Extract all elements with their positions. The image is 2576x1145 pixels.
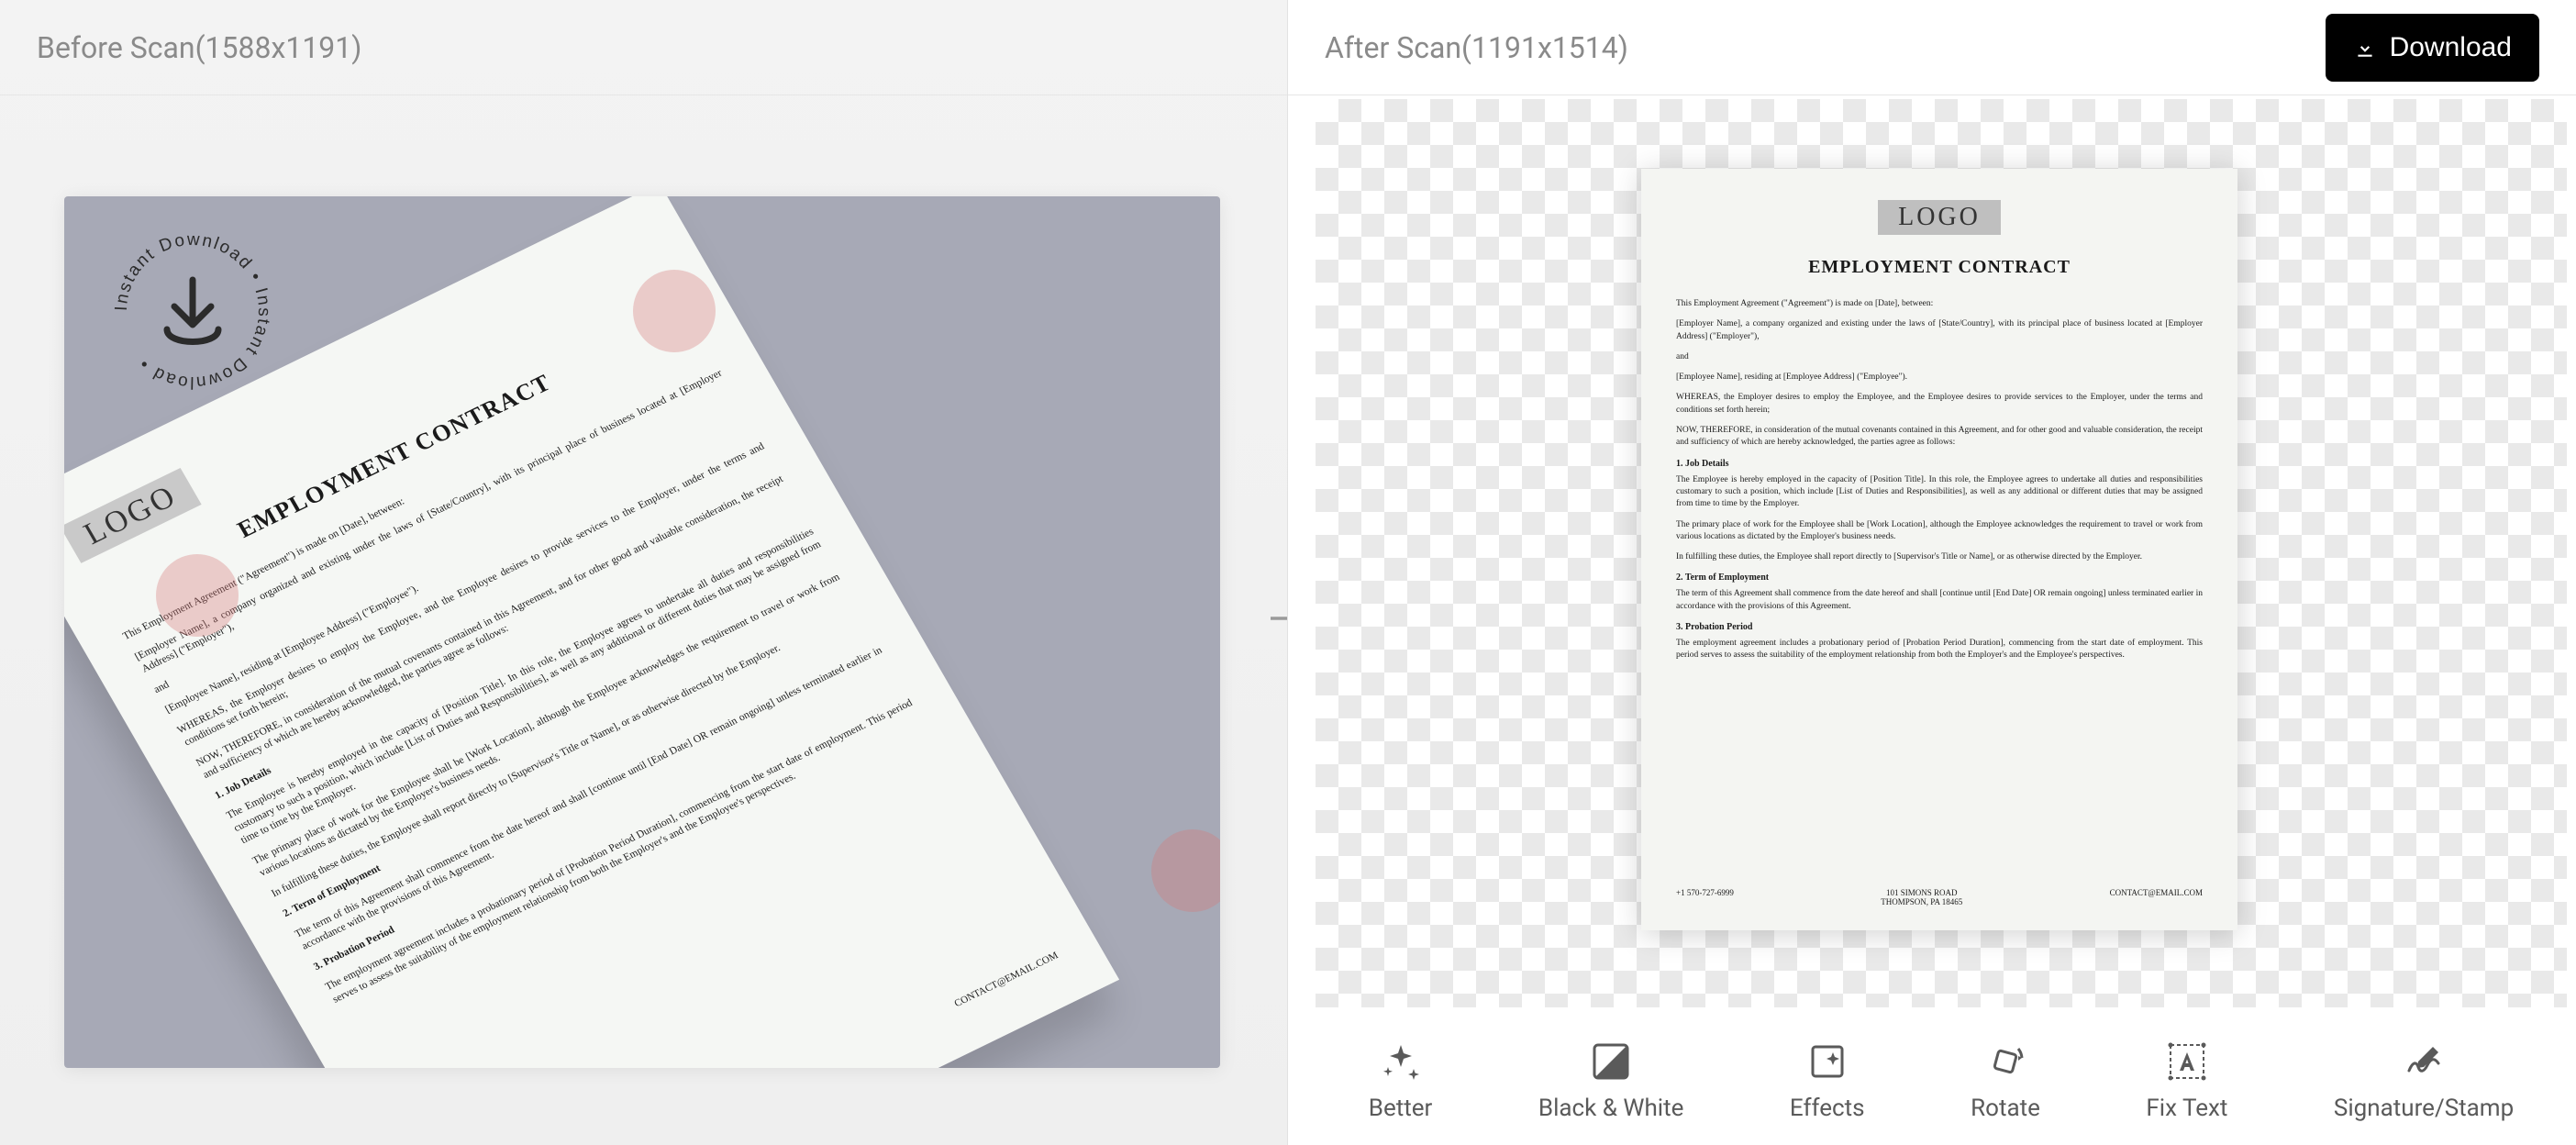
- arrow-icon: [1267, 600, 1287, 640]
- doc-title-flat: EMPLOYMENT CONTRACT: [1676, 257, 2203, 278]
- download-button[interactable]: Download: [2326, 14, 2539, 82]
- crop-handle-top[interactable]: [633, 270, 716, 352]
- doc-logo-flat: LOGO: [1878, 200, 2001, 235]
- scanned-document: LOGO EMPLOYMENT CONTRACT This Employment…: [1641, 169, 2237, 930]
- signature-icon: [2402, 1039, 2446, 1084]
- crop-handle-left[interactable]: [156, 554, 239, 637]
- before-scan-panel: Before Scan(1588x1191) Instant Download …: [0, 0, 1288, 1145]
- before-header: Before Scan(1588x1191): [0, 0, 1287, 95]
- toolbar: Better Black & White Effects Rotate Fix …: [1316, 1017, 2567, 1145]
- tool-black-white[interactable]: Black & White: [1538, 1039, 1684, 1122]
- after-header-label: After Scan(1191x1514): [1325, 30, 1628, 65]
- tool-effects[interactable]: Effects: [1790, 1039, 1865, 1122]
- contrast-icon: [1589, 1039, 1633, 1084]
- after-canvas[interactable]: LOGO EMPLOYMENT CONTRACT This Employment…: [1288, 95, 2576, 1145]
- crop-handle-right[interactable]: [1151, 829, 1220, 912]
- after-scan-panel: After Scan(1191x1514) Download LOGO EMPL…: [1288, 0, 2576, 1145]
- rotate-icon: [1983, 1039, 2027, 1084]
- effects-icon: [1805, 1039, 1849, 1084]
- after-header: After Scan(1191x1514) Download: [1288, 0, 2576, 95]
- tool-signature-stamp[interactable]: Signature/Stamp: [2334, 1039, 2514, 1122]
- before-header-label: Before Scan(1588x1191): [37, 30, 361, 65]
- text-icon: [2165, 1039, 2209, 1084]
- tool-fix-text[interactable]: Fix Text: [2146, 1039, 2227, 1122]
- sparkle-icon: [1379, 1039, 1423, 1084]
- before-stage: Instant Download • Instant Download • LO…: [64, 196, 1220, 1068]
- instant-download-badge: Instant Download • Instant Download •: [101, 219, 284, 403]
- download-icon: [2353, 36, 2377, 60]
- before-canvas[interactable]: Instant Download • Instant Download • LO…: [0, 95, 1287, 1145]
- tool-rotate[interactable]: Rotate: [1971, 1039, 2040, 1122]
- tool-better[interactable]: Better: [1369, 1039, 1433, 1122]
